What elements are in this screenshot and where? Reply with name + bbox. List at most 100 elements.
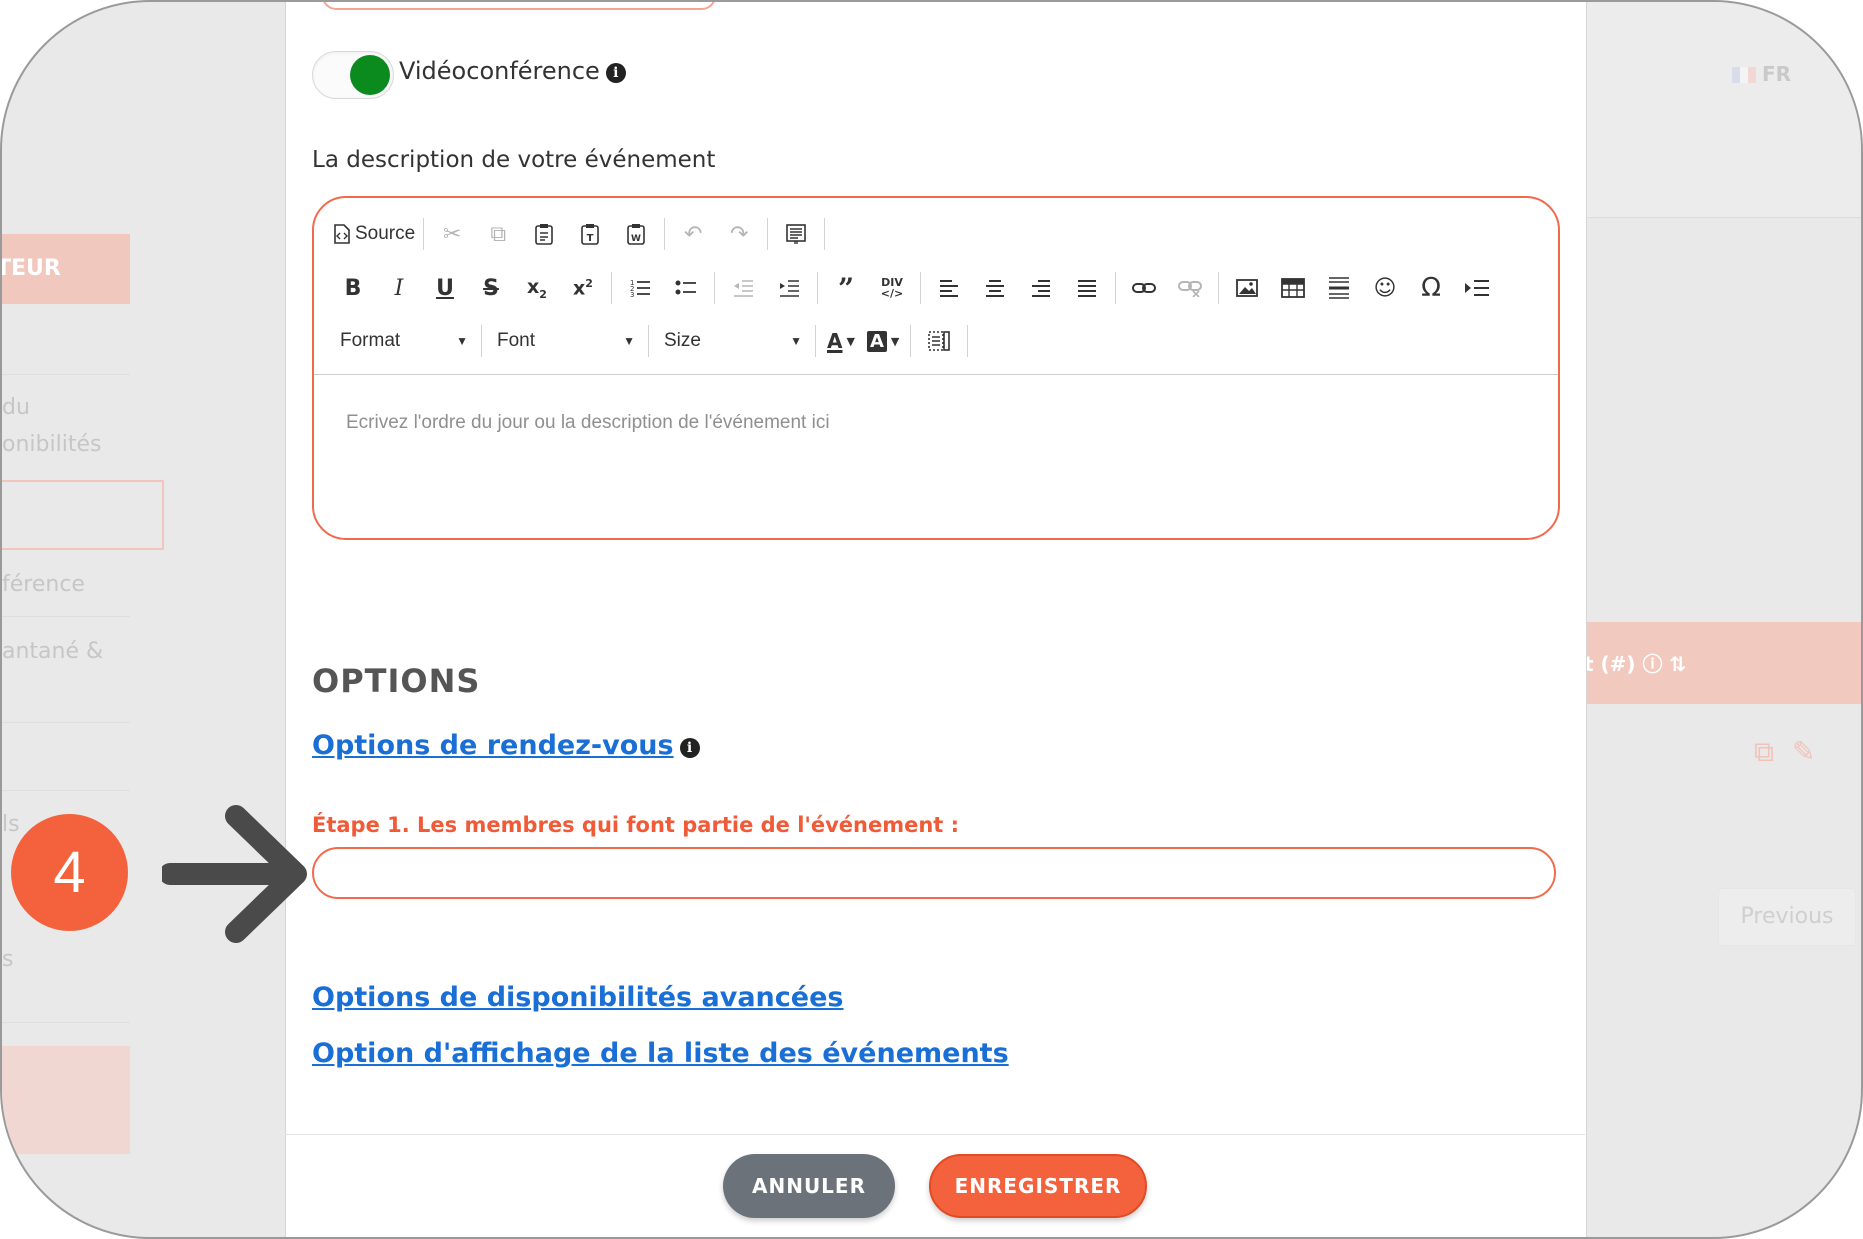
toolbar-row-3: Format ▼ Font ▼ Size ▼ A ▼ A ▼ — [330, 321, 973, 361]
superscript-button[interactable]: x2 — [560, 268, 606, 308]
videoconference-toggle[interactable] — [312, 51, 394, 99]
page-break-button[interactable] — [1454, 268, 1500, 308]
align-center-button[interactable] — [972, 268, 1018, 308]
toolbar-separator — [481, 325, 482, 357]
strike-button[interactable]: S — [468, 268, 514, 308]
format-select[interactable]: Format ▼ — [330, 321, 476, 361]
background-divider — [2, 374, 130, 375]
copy-button[interactable]: ⧉ — [475, 214, 521, 254]
appointment-options-link[interactable]: Options de rendez-vous i — [312, 730, 700, 761]
toolbar-separator — [1218, 272, 1219, 304]
special-char-button[interactable]: Ω — [1408, 268, 1454, 308]
save-button[interactable]: ENREGISTRER — [929, 1154, 1147, 1218]
cut-button[interactable]: ✂ — [429, 214, 475, 254]
redo-button[interactable]: ↷ — [716, 214, 762, 254]
background-divider — [2, 722, 130, 723]
background-row-actions: ⧉✎ — [1754, 735, 1833, 769]
step-number-badge: 4 — [11, 814, 128, 931]
div-container-button[interactable]: DIV </> — [869, 268, 915, 308]
pointer-arrow-icon — [162, 805, 307, 943]
cancel-button[interactable]: ANNULER — [723, 1154, 895, 1218]
format-label: Format — [340, 330, 401, 351]
rich-text-editor: Source ✂ ⧉ T W ↶ ↷ B I U S x2 x2 1 2 3 ”… — [312, 196, 1560, 540]
unlink-button[interactable] — [1167, 268, 1213, 308]
align-center-icon — [986, 280, 1004, 297]
paste-text-button[interactable]: T — [567, 214, 613, 254]
paste-word-button[interactable]: W — [613, 214, 659, 254]
bulleted-list-button[interactable] — [663, 268, 709, 308]
size-select[interactable]: Size ▼ — [654, 321, 810, 361]
background-language-selector: FR — [1732, 62, 1791, 86]
editor-content-placeholder[interactable]: Ecrivez l'ordre du jour ou la descriptio… — [346, 412, 830, 434]
table-button[interactable] — [1270, 268, 1316, 308]
align-left-button[interactable] — [926, 268, 972, 308]
indent-button[interactable] — [766, 268, 812, 308]
caret-down-icon: ▼ — [846, 334, 855, 348]
screenshot-frame: TEUR du onibilités férence antané & ls s… — [0, 0, 1863, 1239]
info-icon[interactable]: i — [605, 63, 626, 83]
caret-down-icon: ▼ — [623, 334, 635, 348]
pencil-icon: ✎ — [1792, 735, 1834, 768]
toolbar-separator — [817, 272, 818, 304]
numbered-list-button[interactable]: 123 — [617, 268, 663, 308]
appointment-options-link-text[interactable]: Options de rendez-vous — [312, 730, 674, 761]
svg-text:W: W — [631, 234, 641, 244]
div-icon: DIV </> — [880, 276, 904, 300]
background-sidebar-header-text: TEUR — [2, 256, 61, 281]
videoconference-label-text: Vidéoconférence — [399, 57, 600, 85]
toggle-knob — [350, 55, 390, 95]
options-heading: OPTIONS — [312, 662, 481, 700]
show-blocks-button[interactable] — [916, 321, 962, 361]
align-right-button[interactable] — [1018, 268, 1064, 308]
blockquote-button[interactable]: ” — [823, 268, 869, 308]
previous-field-bottom-edge — [322, 2, 716, 10]
table-icon — [1281, 278, 1305, 298]
unlink-icon — [1178, 281, 1202, 297]
event-list-display-link[interactable]: Option d'affichage de la liste des événe… — [312, 1038, 1009, 1069]
subscript-button[interactable]: x2 — [514, 268, 560, 308]
bold-button[interactable]: B — [330, 268, 376, 308]
info-icon[interactable]: i — [679, 738, 700, 758]
background-sidebar-text: ls — [2, 812, 20, 837]
background-divider — [2, 616, 130, 617]
paste-button[interactable] — [521, 214, 567, 254]
editor-toolbar: Source ✂ ⧉ T W ↶ ↷ B I U S x2 x2 1 2 3 ”… — [314, 198, 1558, 375]
source-button[interactable]: Source — [330, 214, 418, 254]
image-button[interactable] — [1224, 268, 1270, 308]
text-color-icon: A — [827, 329, 843, 353]
description-label: La description de votre événement — [312, 147, 716, 173]
svg-text:3: 3 — [630, 291, 634, 298]
background-sidebar-box — [2, 480, 164, 550]
members-input[interactable] — [312, 847, 1556, 899]
indent-icon — [780, 280, 799, 297]
templates-button[interactable] — [773, 214, 819, 254]
link-button[interactable] — [1121, 268, 1167, 308]
omega-icon: Ω — [1421, 273, 1441, 303]
superscript-icon: x2 — [573, 276, 593, 300]
outdent-button[interactable] — [720, 268, 766, 308]
background-color-button[interactable]: A ▼ — [861, 321, 905, 361]
undo-icon: ↶ — [683, 221, 703, 247]
font-select[interactable]: Font ▼ — [487, 321, 643, 361]
size-label: Size — [664, 330, 701, 351]
justify-button[interactable] — [1064, 268, 1110, 308]
text-color-button[interactable]: A ▼ — [821, 321, 861, 361]
italic-icon: I — [394, 275, 404, 301]
advanced-availability-link[interactable]: Options de disponibilités avancées — [312, 982, 843, 1013]
horizontal-rule-button[interactable] — [1316, 268, 1362, 308]
background-sidebar-text: s — [2, 947, 14, 972]
caret-down-icon: ▼ — [456, 334, 468, 348]
undo-button[interactable]: ↶ — [670, 214, 716, 254]
font-label: Font — [497, 330, 536, 351]
toolbar-row-1: Source ✂ ⧉ T W ↶ ↷ — [330, 214, 830, 254]
caret-down-icon: ▼ — [790, 334, 802, 348]
background-sidebar-text: du — [2, 395, 30, 420]
strikethrough-icon: S — [483, 275, 499, 301]
underline-button[interactable]: U — [422, 268, 468, 308]
smiley-button[interactable]: ☺ — [1362, 268, 1408, 308]
footer-divider — [285, 1134, 1585, 1135]
background-sidebar-text: antané & — [2, 639, 104, 664]
italic-button[interactable]: I — [376, 268, 422, 308]
background-sidebar-block — [2, 1046, 130, 1154]
source-label: Source — [355, 223, 416, 244]
